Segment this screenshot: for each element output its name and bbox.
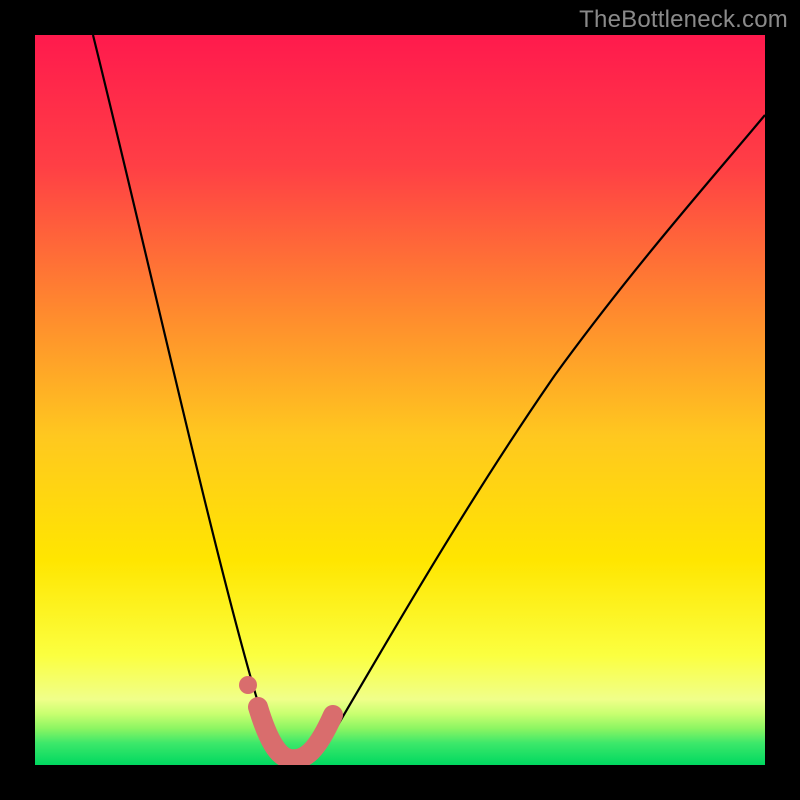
chart-plot-area bbox=[35, 35, 765, 765]
watermark-text: TheBottleneck.com bbox=[579, 6, 788, 34]
chart-svg bbox=[35, 35, 765, 765]
dot-marker bbox=[239, 676, 257, 694]
chart-frame: TheBottleneck.com bbox=[0, 0, 800, 800]
chart-background bbox=[35, 35, 765, 765]
